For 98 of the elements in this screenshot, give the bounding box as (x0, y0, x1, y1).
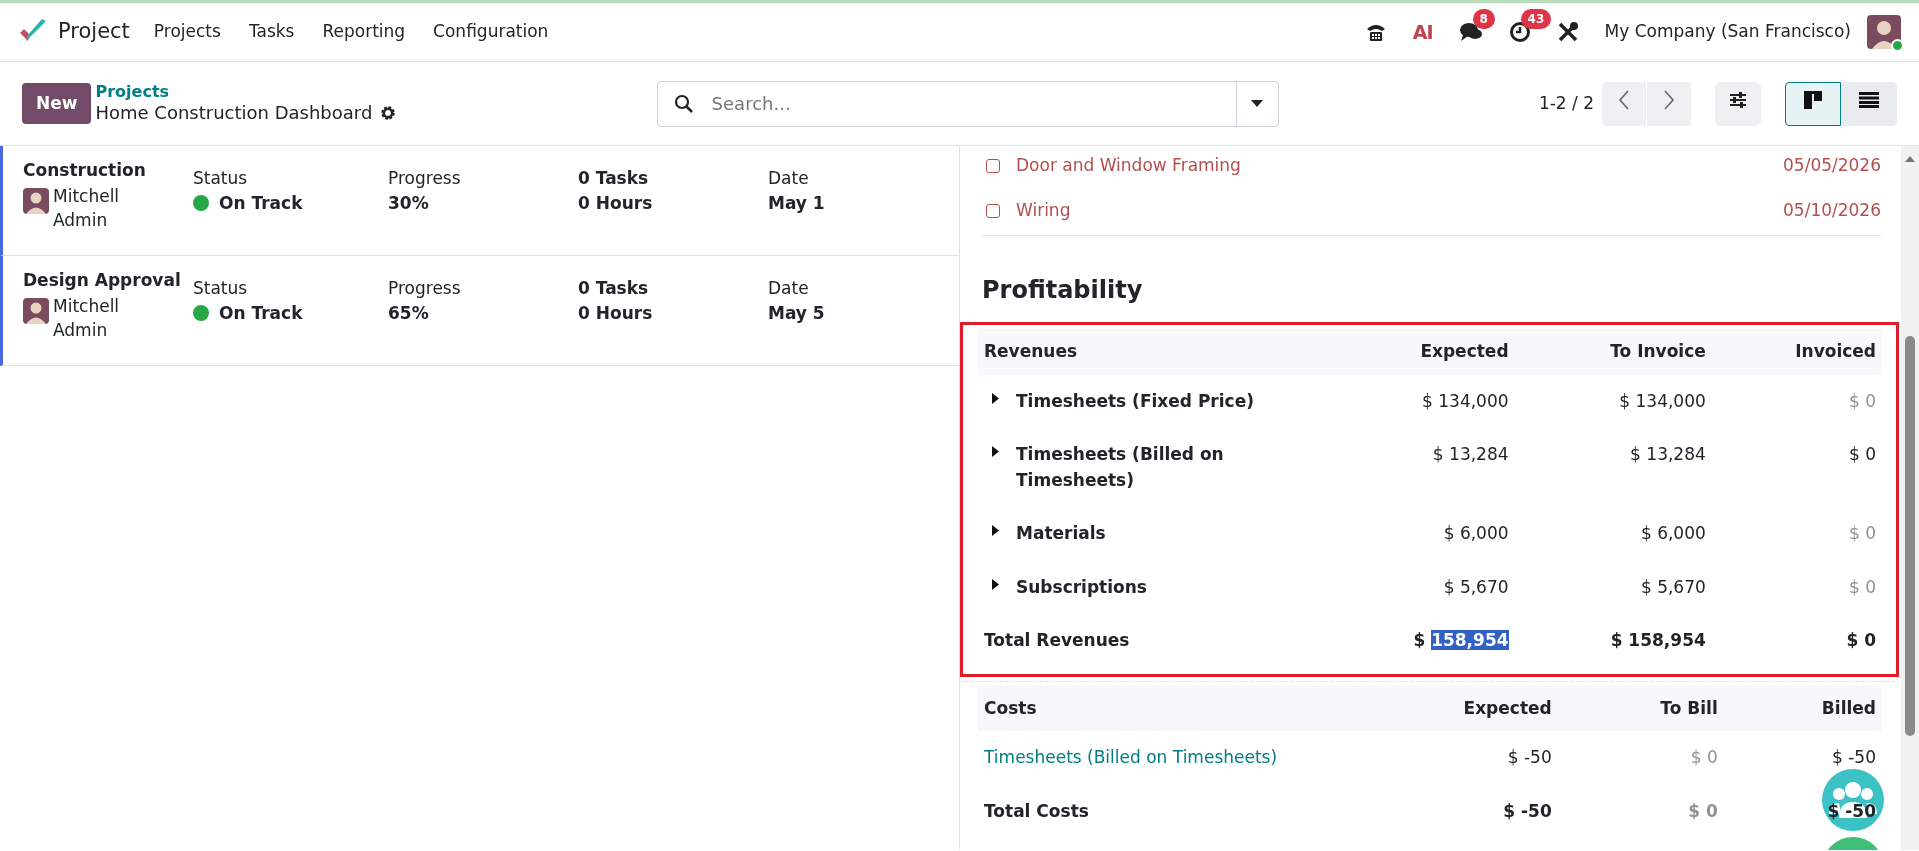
project-card[interactable]: Design Approval Mitchell Admin Status On Track Progress 65% 0 Tasks 0 Hours Date May 5 (0, 256, 959, 366)
company-switcher[interactable]: My Company (San Francisco) (1604, 19, 1851, 45)
column-header: Invoiced (1711, 329, 1882, 375)
column-header: Costs (978, 685, 1318, 731)
amount-value: $ 134,000 (1422, 390, 1509, 411)
project-card[interactable]: Construction Mitchell Admin Status On Track Progress 30% 0 Tasks 0 Hours Date May 1 (0, 146, 959, 256)
amount-value: $ 6,000 (1640, 523, 1706, 543)
row-link[interactable]: Timesheets (Billed on Timesheets) (984, 745, 1278, 771)
column-header: To Invoice (1514, 329, 1712, 375)
chevron-right-icon (1663, 89, 1675, 110)
amount-value: $ 0 (1848, 576, 1876, 597)
amount-value: $ 158,954 (1610, 630, 1706, 650)
field-label: Status (193, 277, 249, 300)
tools-icon[interactable] (1556, 21, 1579, 43)
scrollbar[interactable] (1901, 146, 1919, 850)
amount-value: $ 5,670 (1640, 576, 1706, 597)
hours-count: 0 Hours (578, 301, 653, 325)
search-field[interactable]: Search... (709, 89, 1236, 118)
amount-value: $ 0 (1846, 630, 1876, 650)
list-icon (1859, 92, 1879, 109)
manager-avatar (23, 187, 49, 214)
manager-avatar (23, 297, 49, 324)
breadcrumb-link[interactable]: Projects (95, 82, 397, 102)
amount-value: $ 13,284 (1630, 444, 1706, 464)
total-label: Total Revenues (983, 629, 1131, 652)
field-label: Date (768, 167, 810, 190)
row-label: Timesheets (Fixed Price) (1016, 389, 1254, 413)
pager-value: 1-2 / 2 (1538, 91, 1594, 115)
hours-count: 0 Hours (578, 191, 653, 215)
amount-value: $ 0 (1688, 800, 1718, 821)
amount-value: $ 0 (1848, 444, 1876, 464)
date-value: May 1 (768, 191, 825, 215)
project-name: Construction (23, 159, 147, 182)
menu-item[interactable]: Configuration (433, 19, 549, 45)
row-label: Materials (1016, 522, 1106, 545)
sliders-icon (1729, 92, 1747, 109)
search-bar[interactable]: Search... (656, 80, 1279, 127)
amount-value: $ 0 (1690, 747, 1718, 767)
kanban-icon (1804, 90, 1822, 109)
search-icon (673, 93, 694, 114)
amount-value: $ -50 (1832, 747, 1876, 767)
amount-value: $ 5,670 (1443, 576, 1509, 597)
settings-icon[interactable] (380, 105, 397, 122)
column-header: To Bill (1557, 685, 1724, 731)
ai-button[interactable]: AI (1412, 17, 1433, 47)
amount-value: $ 158,954 (1413, 630, 1509, 650)
amount-value: $ 13,284 (1432, 444, 1509, 464)
status-value: On Track (219, 191, 303, 215)
progress-value: 30% (388, 191, 429, 215)
column-header: Expected (1318, 329, 1515, 375)
total-label: Total Costs (983, 799, 1090, 823)
section-title: Profitability (982, 275, 1144, 306)
user-avatar[interactable] (1867, 15, 1901, 49)
filter-settings-button[interactable] (1715, 81, 1761, 126)
menu-item[interactable]: Projects (153, 19, 221, 45)
task-checkbox[interactable] (986, 159, 1000, 173)
amount-value: $ 0 (1848, 523, 1876, 543)
chevron-left-icon (1618, 89, 1630, 110)
menu-item[interactable]: Tasks (248, 19, 295, 45)
field-label: Status (193, 167, 249, 190)
manager-name: Mitchell Admin (53, 294, 121, 343)
menu-item[interactable]: Reporting (322, 19, 406, 45)
column-header: Expected (1318, 685, 1558, 731)
progress-value: 65% (388, 301, 429, 325)
list-view-button[interactable] (1841, 81, 1897, 126)
task-link[interactable]: Wiring (1016, 197, 1071, 224)
task-checkbox[interactable] (986, 203, 1000, 218)
status-value: On Track (219, 301, 303, 325)
app-name[interactable]: Project (58, 16, 130, 48)
amount-value: $ 134,000 (1619, 390, 1706, 411)
column-header: Revenues (978, 329, 1318, 375)
amount-value: $ 6,000 (1443, 523, 1509, 543)
caret-icon (1251, 100, 1264, 109)
new-button[interactable]: New (22, 82, 92, 125)
task-link[interactable]: Door and Window Framing (1016, 153, 1241, 179)
message-count: 8 (1472, 9, 1495, 29)
date-value: May 5 (768, 301, 825, 325)
page-title: Home Construction Dashboard (95, 101, 373, 125)
team-chat-icon[interactable] (1821, 768, 1885, 832)
row-label: Timesheets (Billed on Timesheets) (1016, 443, 1225, 492)
tasks-count: 0 Tasks (578, 167, 650, 190)
project-name: Design Approval (23, 269, 182, 292)
amount-value: $ -50 (1507, 747, 1552, 767)
field-label: Date (768, 277, 810, 300)
chat-icon[interactable] (1458, 21, 1483, 43)
kanban-view-button[interactable] (1785, 81, 1841, 126)
clock-icon[interactable] (1508, 21, 1531, 43)
amount-value: $ -50 (1503, 800, 1552, 821)
task-date: 05/10/2026 (1783, 198, 1881, 222)
tasks-count: 0 Tasks (578, 277, 650, 300)
task-date: 05/05/2026 (1783, 154, 1881, 178)
activity-count: 43 (1520, 9, 1552, 29)
field-label: Progress (388, 167, 462, 190)
manager-name: Mitchell Admin (53, 184, 121, 233)
column-header: Billed (1723, 685, 1882, 731)
field-label: Progress (388, 277, 462, 300)
amount-value: $ 0 (1848, 390, 1876, 411)
row-label: Subscriptions (1016, 575, 1147, 599)
